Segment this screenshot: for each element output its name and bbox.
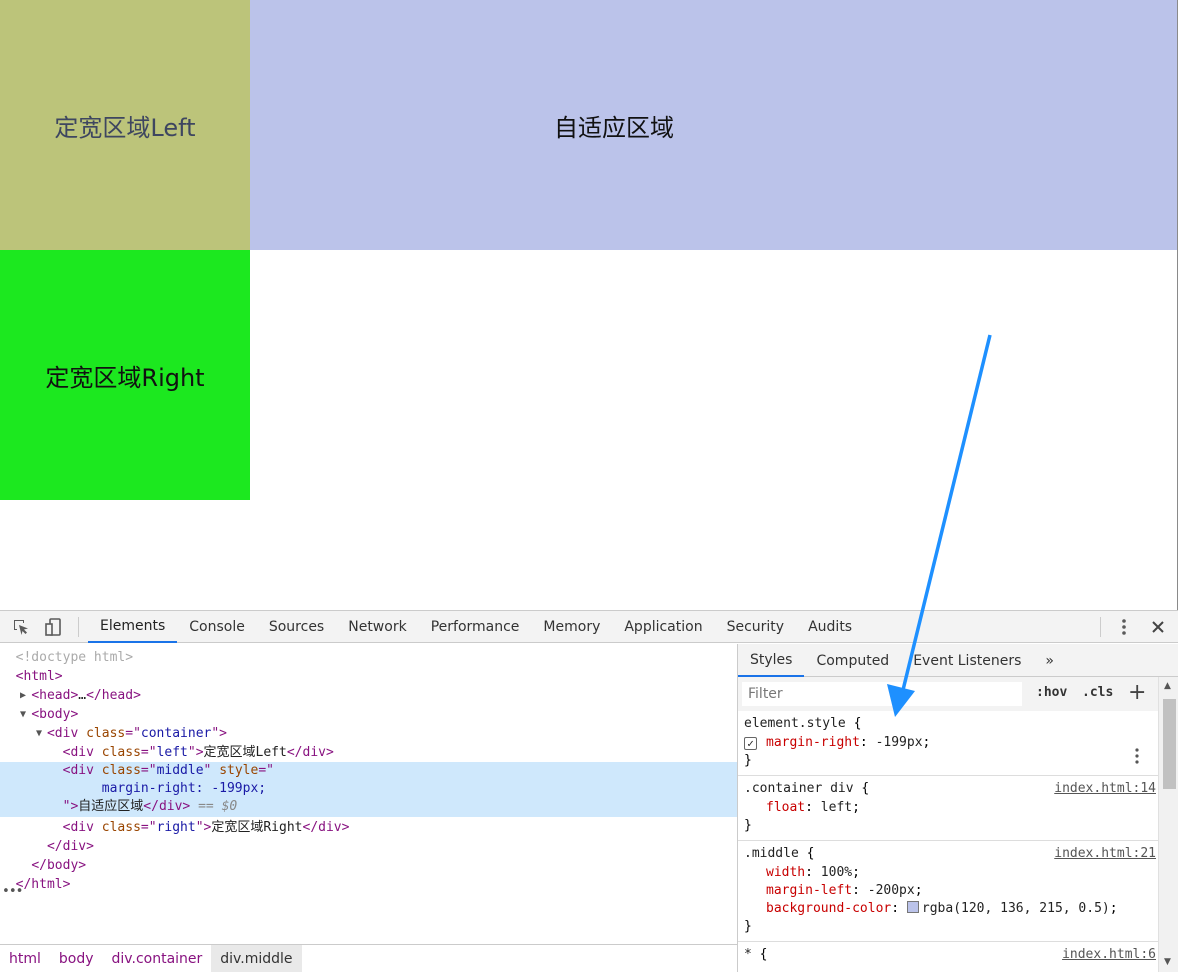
elements-tree: <!doctype html> <html> ▶ <head>…</head> … (0, 644, 737, 944)
rule-universal: * { index.html:6 (744, 946, 1156, 964)
styles-sidebar: Styles Computed Event Listeners » :hov .… (737, 644, 1178, 972)
device-toggle-icon[interactable] (44, 617, 64, 637)
screenshot: 定宽区域Left 自适应区域 定宽区域Right Elements Consol… (0, 0, 1178, 972)
add-rule-icon[interactable]: + (1128, 680, 1146, 705)
breadcrumb-div-container[interactable]: div.container (103, 945, 212, 972)
tab-elements[interactable]: Elements (88, 611, 178, 643)
rule-middle: .middle { index.html:21 width: 100%; mar… (738, 841, 1158, 942)
styles-filter-input[interactable] (742, 682, 1022, 706)
devtools-panel: Elements Console Sources Network Perform… (0, 610, 1178, 972)
scroll-thumb[interactable] (1163, 699, 1176, 789)
close-icon[interactable] (1148, 617, 1168, 637)
rule-source-link[interactable]: index.html:6 (1062, 946, 1156, 964)
dom-node-middle-selected[interactable]: ••• <div class="middle" style=" margin-r… (0, 762, 737, 899)
scroll-down-icon[interactable]: ▼ (1164, 957, 1171, 967)
dom-node-html[interactable]: <html> (0, 667, 737, 686)
right-region-label: 定宽区域Right (45, 363, 205, 392)
devtools-toolbar: Elements Console Sources Network Perform… (0, 611, 1178, 643)
tab-audits[interactable]: Audits (796, 611, 864, 643)
rule-container-div: .container div { index.html:14 float: le… (738, 776, 1158, 841)
dom-node-body[interactable]: ▼ <body> (0, 705, 737, 724)
collapse-triangle-icon[interactable]: ▼ (36, 724, 42, 743)
fixed-right-region: 定宽区域Right (0, 250, 250, 500)
breadcrumb: html body div.container div.middle (0, 944, 737, 972)
rule-source-link[interactable]: index.html:14 (1054, 780, 1156, 798)
adaptive-middle-region: 自适应区域 (250, 0, 1178, 250)
tab-styles[interactable]: Styles (738, 644, 805, 677)
tab-memory[interactable]: Memory (531, 611, 612, 643)
left-region-label: 定宽区域Left (54, 113, 196, 142)
property-checkbox[interactable]: ✓ (744, 737, 757, 750)
inspect-icon[interactable] (11, 617, 31, 637)
scroll-up-icon[interactable]: ▲ (1164, 681, 1171, 691)
dom-node-body-close[interactable]: </body> (0, 856, 737, 875)
toolbar-separator (78, 617, 79, 637)
breadcrumb-div-middle[interactable]: div.middle (211, 945, 302, 972)
middle-region-label: 自适应区域 (554, 113, 674, 142)
dom-node-container-close[interactable]: </div> (0, 837, 737, 856)
breadcrumb-body[interactable]: body (50, 945, 103, 972)
fixed-left-region: 定宽区域Left (0, 0, 250, 250)
hov-toggle[interactable]: :hov (1036, 685, 1067, 700)
more-vert-icon[interactable] (1114, 617, 1134, 637)
rule-element-style: element.style { ✓ margin-right: -199px; … (738, 711, 1158, 776)
collapse-triangle-icon[interactable]: ▼ (20, 705, 26, 724)
dom-node-html-close[interactable]: </html> (0, 875, 737, 894)
dom-node-right[interactable]: <div class="right">定宽区域Right</div> (0, 818, 737, 837)
devtools-tabs: Elements Console Sources Network Perform… (88, 611, 864, 643)
breadcrumb-html[interactable]: html (0, 945, 50, 972)
styles-scrollbar[interactable]: ▲ ▼ (1158, 677, 1178, 972)
dom-node-head[interactable]: ▶ <head>…</head> (0, 686, 737, 705)
tab-sources[interactable]: Sources (257, 611, 336, 643)
dom-node-doctype[interactable]: <!doctype html> (0, 648, 737, 667)
toolbar-separator (1100, 617, 1101, 637)
more-tabs-icon[interactable]: » (1033, 644, 1066, 677)
styles-tabs: Styles Computed Event Listeners » (738, 644, 1178, 677)
rule-source-link[interactable]: index.html:21 (1054, 845, 1156, 863)
cls-toggle[interactable]: .cls (1082, 685, 1113, 700)
tab-network[interactable]: Network (336, 611, 418, 643)
styles-filter-bar: :hov .cls + (738, 677, 1158, 711)
color-swatch[interactable] (906, 901, 919, 913)
tab-performance[interactable]: Performance (419, 611, 532, 643)
tab-security[interactable]: Security (715, 611, 797, 643)
tab-console[interactable]: Console (177, 611, 257, 643)
tab-computed[interactable]: Computed (804, 644, 901, 677)
tab-application[interactable]: Application (612, 611, 714, 643)
dom-node-left[interactable]: <div class="left">定宽区域Left</div> (0, 743, 737, 762)
expand-triangle-icon[interactable]: ▶ (20, 686, 26, 705)
tab-event-listeners[interactable]: Event Listeners (901, 644, 1033, 677)
dom-node-container[interactable]: ▼ <div class="container"> (0, 724, 737, 743)
rule-more-icon[interactable] (1134, 747, 1140, 769)
